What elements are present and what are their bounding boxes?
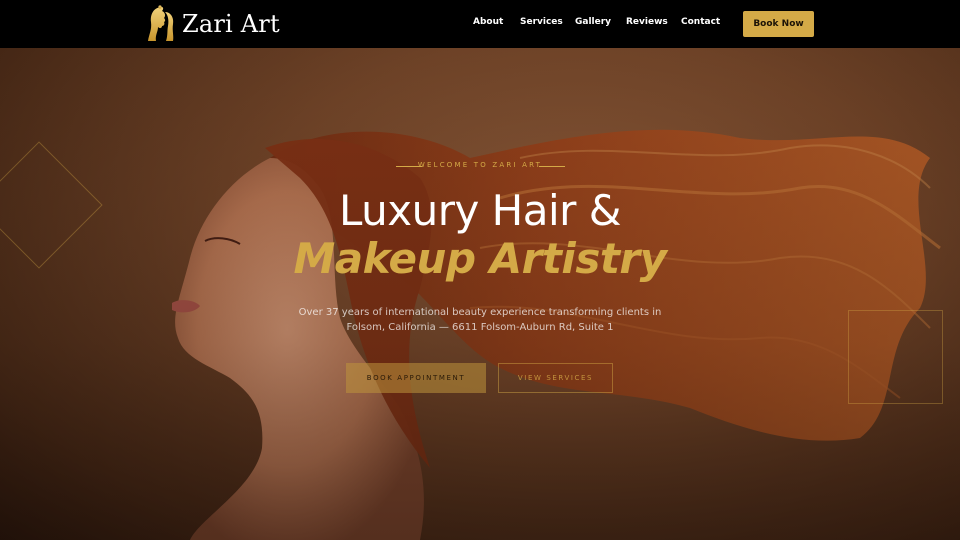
hero-headline-line1: Luxury Hair &: [338, 186, 622, 235]
eyebrow-line-right: [539, 166, 565, 167]
hero-overlay: [0, 48, 960, 540]
book-now-button[interactable]: Book Now: [743, 11, 814, 37]
brand-name: Zari Art: [182, 10, 280, 38]
woman-silhouette-icon: [148, 5, 174, 41]
hero-subtitle-line2: Folsom, California — 6611 Folsom-Auburn …: [346, 322, 614, 333]
hero-section: WELCOME TO ZARI ART Luxury Hair & Makeup…: [0, 48, 960, 540]
hero-eyebrow: WELCOME TO ZARI ART: [417, 161, 543, 169]
nav-link-contact[interactable]: Contact: [681, 17, 720, 27]
nav-link-gallery[interactable]: Gallery: [575, 17, 611, 27]
nav-link-reviews[interactable]: Reviews: [626, 17, 668, 27]
hero-headline-line2: Makeup Artistry: [293, 234, 667, 283]
book-appointment-button[interactable]: BOOK APPOINTMENT: [346, 363, 486, 393]
nav-link-about[interactable]: About: [473, 17, 503, 27]
hero-subtitle-line1: Over 37 years of international beauty ex…: [298, 307, 662, 318]
nav-link-services[interactable]: Services: [520, 17, 563, 27]
view-services-button[interactable]: VIEW SERVICES: [498, 363, 613, 393]
top-navbar: Zari Art About Services Gallery Reviews …: [0, 0, 960, 48]
hero-subtitle: Over 37 years of international beauty ex…: [0, 305, 960, 335]
brand-logo[interactable]: Zari Art: [146, 4, 280, 44]
